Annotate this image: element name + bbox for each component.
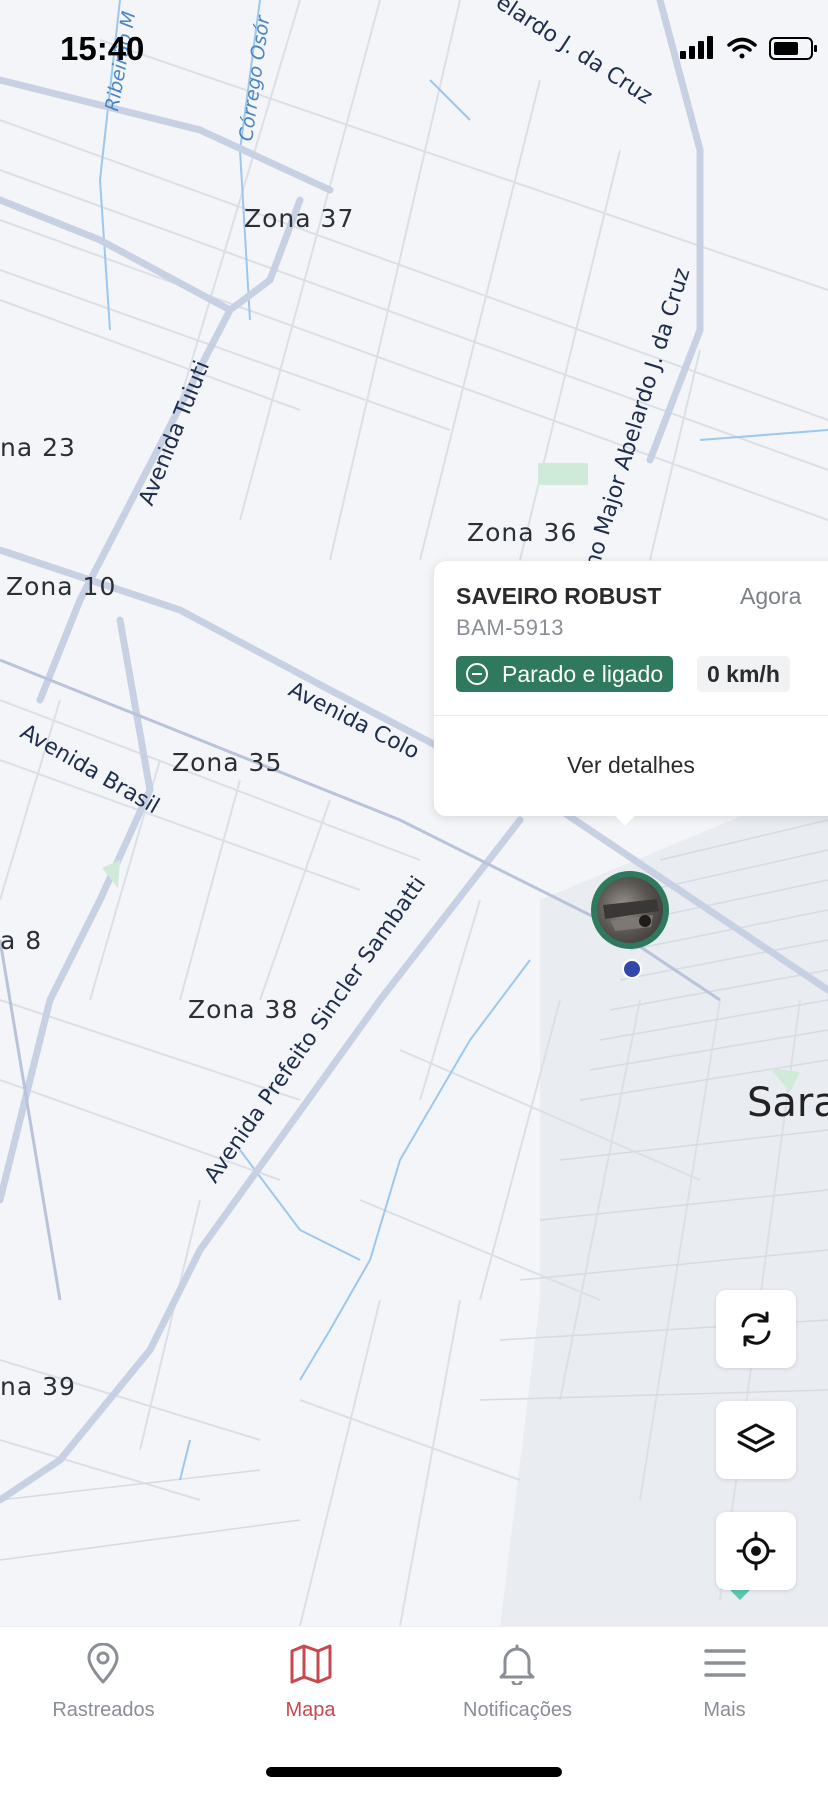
view-details-button[interactable]: Ver detalhes [434,717,828,813]
menu-icon [704,1649,746,1677]
refresh-icon [741,1311,771,1347]
locate-button[interactable] [716,1512,796,1590]
vehicle-name: SAVEIRO ROBUST [456,583,662,609]
zone-label: na 39 [0,1372,76,1401]
status-icons [628,34,828,64]
nav-item-mapa[interactable]: Mapa [207,1627,414,1747]
vehicle-marker[interactable] [591,871,669,949]
vehicle-plate: BAM-5913 [456,615,564,640]
status-badge: Parado e ligado [456,656,674,692]
vehicle-popup: SAVEIRO ROBUST Agora BAM-5913 Parado e l… [434,561,828,816]
clock: 15:40 [60,30,145,67]
status-label: Parado e ligado [502,661,664,687]
nav-item-rastreados[interactable]: Rastreados [0,1627,207,1747]
vehicle-photo [597,877,663,943]
last-update-time: Agora [740,583,802,609]
speed-badge: 0 km/h [697,656,790,692]
zone-label: Zona 36 [467,518,578,547]
nav-label: Mais [703,1699,746,1721]
locate-icon [736,1531,776,1571]
minus-circle-icon [466,663,488,685]
layers-button[interactable] [716,1401,796,1479]
refresh-button[interactable] [716,1290,796,1368]
city-label: Sara [747,1080,828,1126]
signal-icon [680,36,713,59]
nav-item-mais[interactable]: Mais [621,1627,828,1747]
zone-label: a 8 [0,926,43,955]
zone-label: na 23 [0,433,76,462]
zone-label: Zona 37 [244,204,355,233]
layers-icon [737,1423,775,1453]
status-bar: 15:40 [0,0,828,96]
popup-pointer [608,808,642,826]
zone-label: Zona 38 [188,995,299,1024]
nav-item-notificacoes[interactable]: Notificações [414,1627,621,1747]
home-indicator [266,1767,562,1777]
zone-label: Zona 35 [172,748,283,777]
divider [434,715,828,716]
wifi-icon [727,37,757,59]
map-pin-icon [87,1643,119,1684]
nav-label: Notificações [463,1699,572,1721]
battery-icon [769,37,817,60]
location-dot [622,959,642,979]
bottom-navigation: Rastreados Mapa Notificações Mais [0,1626,828,1793]
bell-icon [499,1644,535,1685]
nav-label: Mapa [285,1699,336,1721]
nav-label: Rastreados [52,1699,155,1721]
zone-label: Zona 10 [6,572,117,601]
map-icon [290,1644,332,1684]
